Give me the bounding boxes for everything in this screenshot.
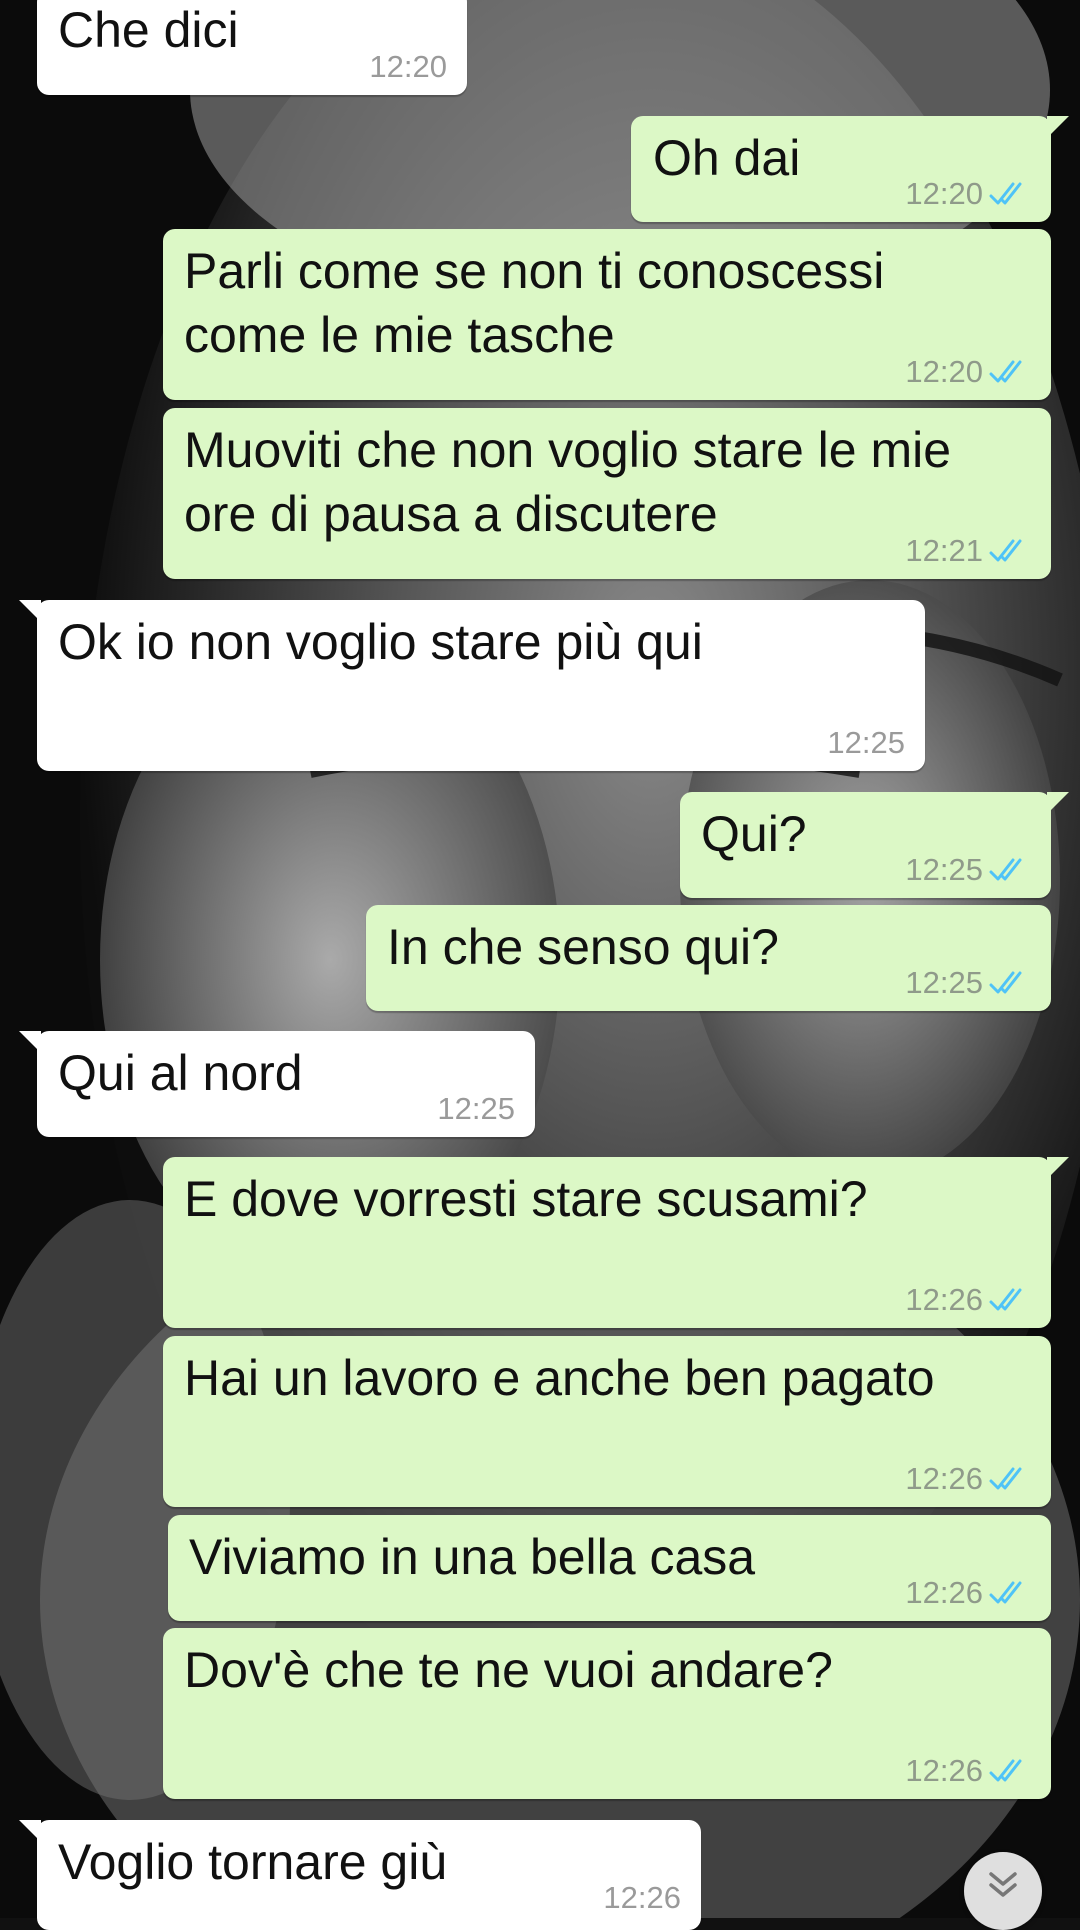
message-meta: 12:26 bbox=[905, 1461, 1031, 1497]
chat-bubble-outgoing[interactable]: Hai un lavoro e anche ben pagato 12:26 bbox=[163, 1336, 1051, 1507]
chat-bubble-incoming[interactable]: Voglio tornare giù 12:26 bbox=[19, 1820, 701, 1930]
scroll-to-bottom-button[interactable] bbox=[964, 1852, 1042, 1930]
chat-bubble-outgoing[interactable]: Muoviti che non voglio stare le mie ore … bbox=[163, 408, 1051, 579]
double-check-icon bbox=[989, 1288, 1022, 1311]
message-meta: 12:25 bbox=[437, 1091, 515, 1127]
message-time: 12:26 bbox=[905, 1575, 983, 1610]
message-meta: 12:26 bbox=[905, 1575, 1031, 1611]
message-meta: 12:26 bbox=[905, 1282, 1031, 1318]
message-meta: 12:25 bbox=[905, 965, 1031, 1001]
double-check-icon bbox=[989, 971, 1022, 994]
double-check-icon bbox=[989, 1467, 1022, 1490]
message-text: Dov'è che te ne vuoi andare? bbox=[184, 1642, 833, 1698]
chat-bubble-outgoing[interactable]: Oh dai 12:20 bbox=[631, 116, 1069, 222]
message-time: 12:26 bbox=[905, 1461, 983, 1496]
message-meta: 12:20 bbox=[905, 354, 1031, 390]
bubble-tail bbox=[1047, 116, 1069, 138]
chat-bubble-outgoing[interactable]: Qui? 12:25 bbox=[680, 792, 1069, 898]
message-time: 12:26 bbox=[905, 1753, 983, 1788]
message-meta: 12:26 bbox=[603, 1880, 681, 1916]
message-time: 12:25 bbox=[905, 852, 983, 887]
message-time: 12:21 bbox=[905, 533, 983, 568]
chat-bubble-outgoing[interactable]: Viviamo in una bella casa 12:26 bbox=[168, 1515, 1051, 1621]
message-text: Parli come se non ti conoscessi come le … bbox=[184, 243, 885, 363]
bubble-tail bbox=[19, 1031, 41, 1053]
message-text: Hai un lavoro e anche ben pagato bbox=[184, 1350, 935, 1406]
message-text: Che dici bbox=[58, 2, 239, 58]
chat-bubble-outgoing[interactable]: E dove vorresti stare scusami? 12:26 bbox=[163, 1157, 1069, 1328]
double-check-icon bbox=[989, 858, 1022, 881]
message-time: 12:26 bbox=[905, 1282, 983, 1317]
message-time: 12:20 bbox=[369, 49, 447, 84]
bubble-tail bbox=[19, 1820, 41, 1842]
message-text: Ok io non voglio stare più qui bbox=[58, 614, 703, 670]
message-meta: 12:20 bbox=[369, 49, 447, 85]
message-text: Muoviti che non voglio stare le mie ore … bbox=[184, 422, 952, 542]
chat-bubble-incoming[interactable]: Che dici 12:20 bbox=[37, 0, 467, 95]
message-meta: 12:25 bbox=[905, 852, 1031, 888]
message-meta: 12:26 bbox=[905, 1753, 1031, 1789]
message-meta: 12:25 bbox=[827, 725, 905, 761]
chat-bubble-outgoing[interactable]: In che senso qui? 12:25 bbox=[366, 905, 1051, 1011]
message-time: 12:20 bbox=[905, 176, 983, 211]
message-text: In che senso qui? bbox=[387, 919, 779, 975]
double-check-icon bbox=[989, 539, 1022, 562]
message-text: Voglio tornare giù bbox=[58, 1834, 448, 1890]
chat-bubble-outgoing[interactable]: Dov'è che te ne vuoi andare? 12:26 bbox=[163, 1628, 1051, 1799]
message-text: Qui al nord bbox=[58, 1045, 303, 1101]
double-check-icon bbox=[989, 182, 1022, 205]
bubble-tail bbox=[1047, 1157, 1069, 1179]
double-check-icon bbox=[989, 1581, 1022, 1604]
double-check-icon bbox=[989, 360, 1022, 383]
message-time: 12:25 bbox=[437, 1091, 515, 1126]
message-meta: 12:21 bbox=[905, 533, 1031, 569]
message-time: 12:25 bbox=[905, 965, 983, 1000]
message-text: Oh dai bbox=[653, 130, 801, 186]
message-meta: 12:20 bbox=[905, 176, 1031, 212]
message-time: 12:25 bbox=[827, 725, 905, 760]
message-time: 12:20 bbox=[905, 354, 983, 389]
chat-bubble-incoming[interactable]: Ok io non voglio stare più qui 12:25 bbox=[19, 600, 925, 771]
message-text: Viviamo in una bella casa bbox=[189, 1529, 756, 1585]
message-text: E dove vorresti stare scusami? bbox=[184, 1171, 868, 1227]
chat-bubble-outgoing[interactable]: Parli come se non ti conoscessi come le … bbox=[163, 229, 1051, 400]
double-check-icon bbox=[989, 1759, 1022, 1782]
message-text: Qui? bbox=[701, 806, 807, 862]
bubble-tail bbox=[19, 600, 41, 622]
bubble-tail bbox=[1047, 792, 1069, 814]
message-time: 12:26 bbox=[603, 1880, 681, 1915]
chevron-double-down-icon bbox=[989, 1872, 1017, 1897]
chat-bubble-incoming[interactable]: Qui al nord 12:25 bbox=[19, 1031, 535, 1137]
